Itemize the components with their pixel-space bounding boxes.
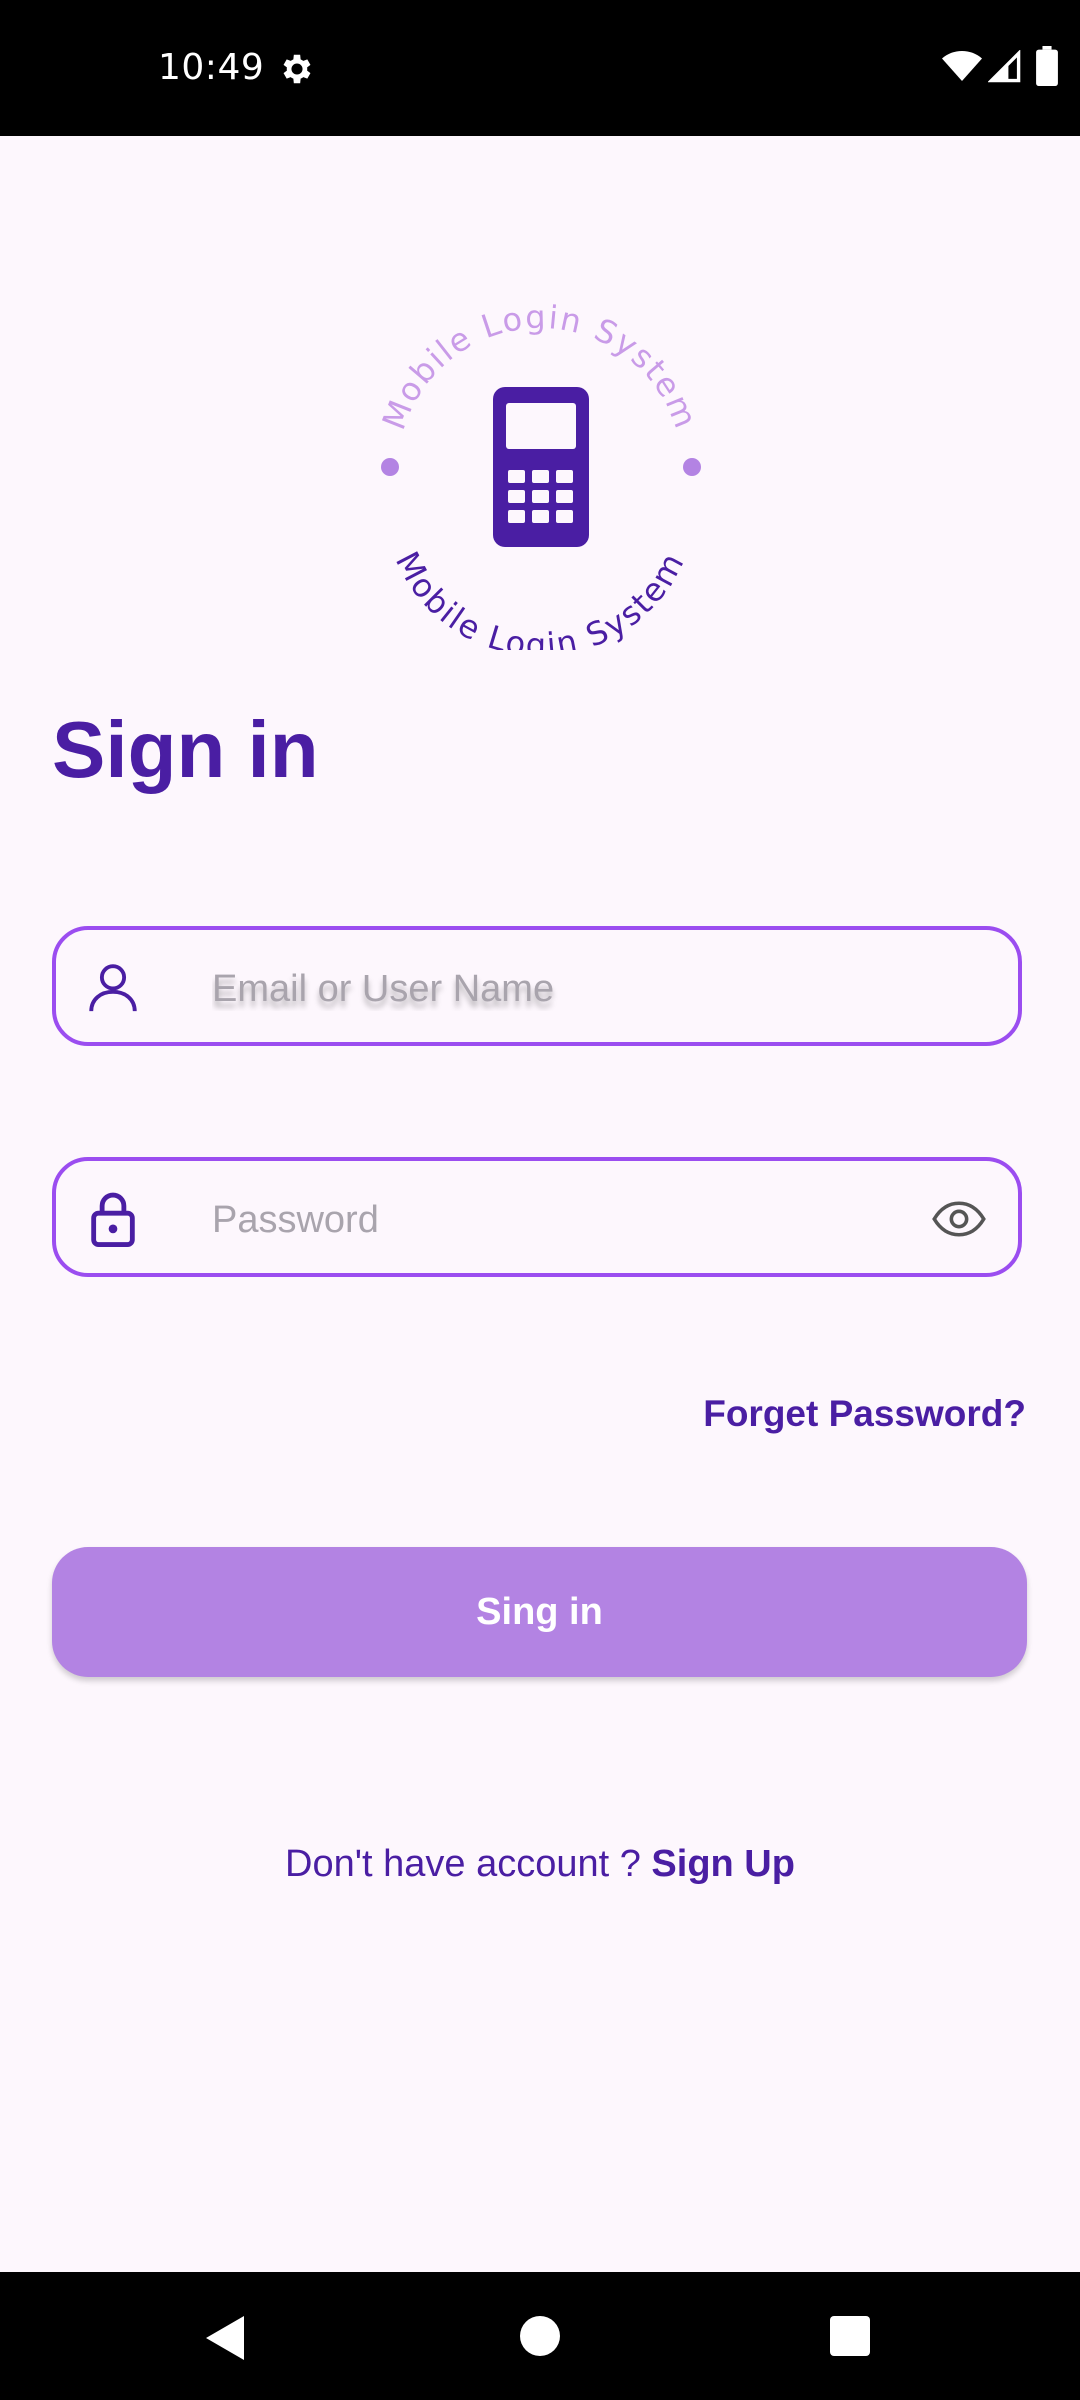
sign-up-link[interactable]: Sign Up [651, 1843, 795, 1885]
screen: 10:49 Mobile Login System Mobile Login S… [0, 0, 1080, 2400]
password-input[interactable] [210, 1187, 914, 1253]
signal-icon [988, 50, 1021, 83]
gear-icon [283, 54, 311, 84]
sign-in-button[interactable]: Sing in [52, 1547, 1027, 1677]
navigation-bar [0, 2272, 1080, 2400]
page-title: Sign in [52, 705, 319, 794]
lock-icon [91, 1192, 135, 1247]
home-icon[interactable] [520, 2316, 560, 2356]
forgot-password-link[interactable]: Forget Password? [703, 1390, 1026, 1438]
signup-row: Don't have account ? Sign Up [0, 1838, 1080, 1890]
email-field[interactable] [52, 926, 1022, 1046]
status-bar: 10:49 [0, 0, 1080, 136]
battery-icon [1036, 46, 1058, 86]
status-time: 10:49 [158, 47, 265, 88]
eye-icon[interactable] [932, 1199, 986, 1239]
wifi-icon [942, 51, 982, 81]
logo-text-bottom: Mobile Login System [388, 545, 692, 650]
app-logo: Mobile Login System Mobile Login System [375, 298, 704, 650]
back-icon[interactable] [204, 2314, 248, 2362]
recents-icon[interactable] [830, 2316, 870, 2356]
user-icon [89, 964, 137, 1012]
password-field[interactable] [52, 1157, 1022, 1277]
signup-prompt: Don't have account ? [285, 1843, 652, 1885]
email-input[interactable] [210, 956, 914, 1022]
phone-keypad-icon [493, 387, 589, 547]
